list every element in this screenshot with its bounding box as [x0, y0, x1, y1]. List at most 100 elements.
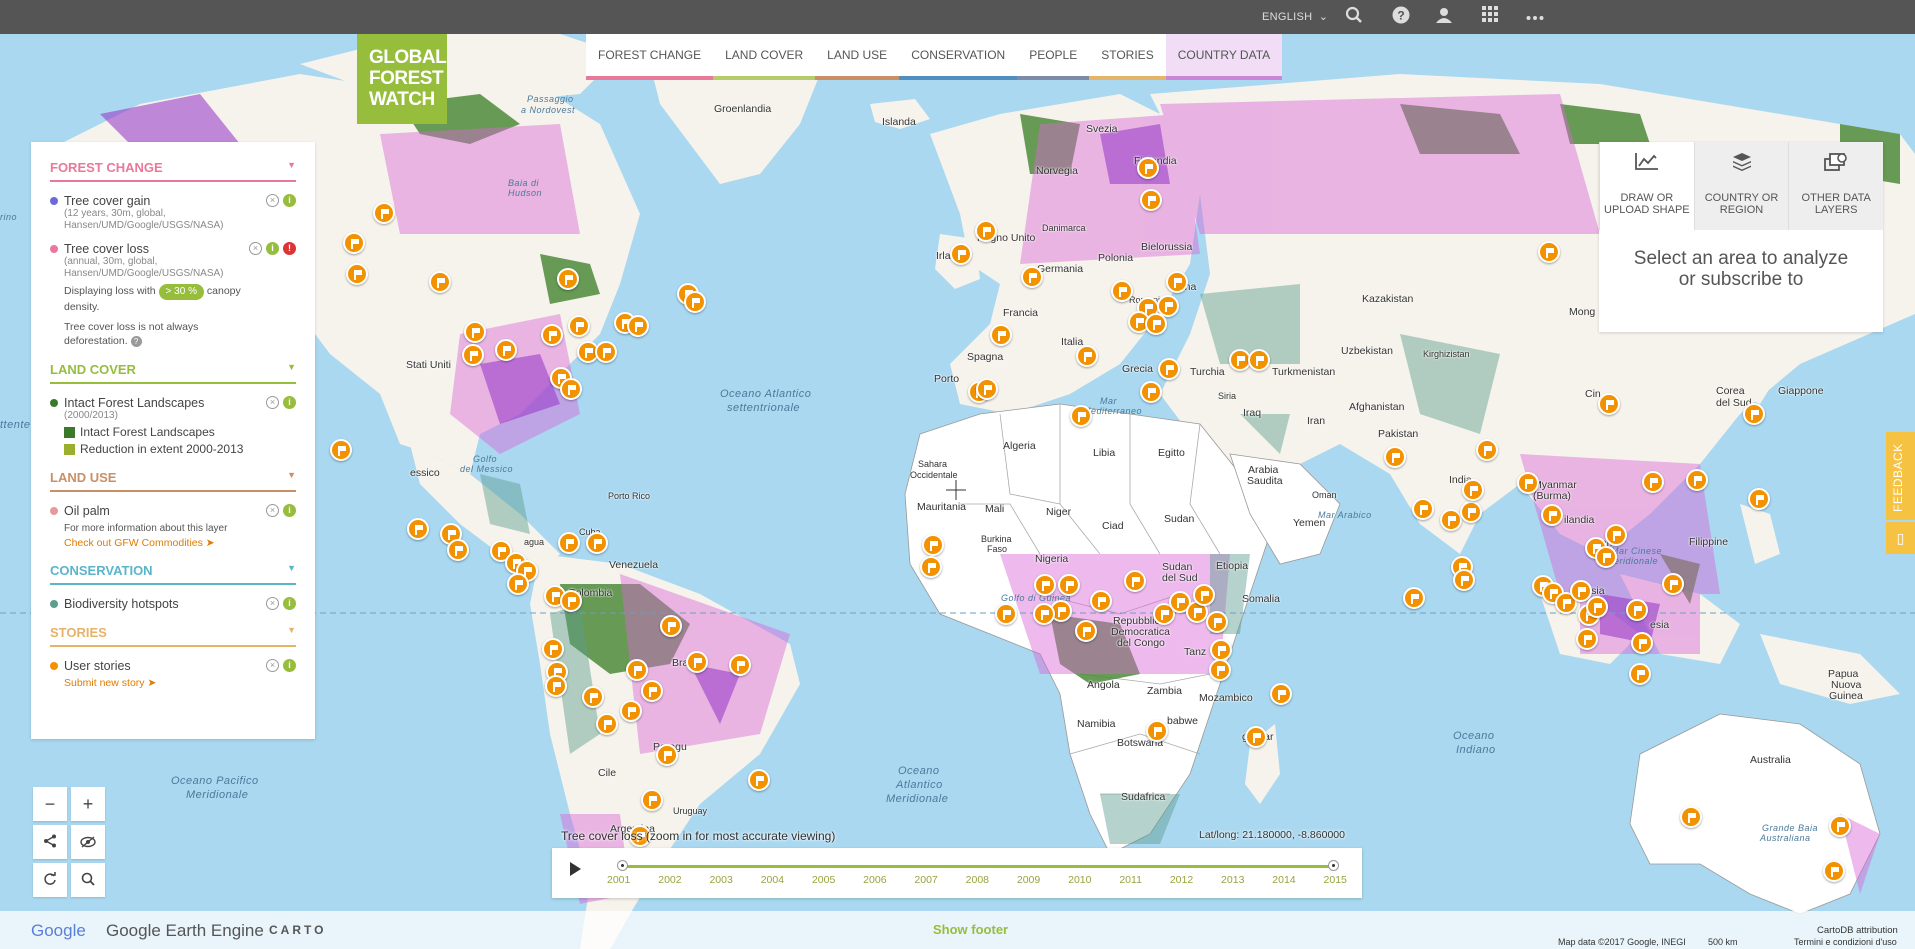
toggle-visibility-button[interactable]: [71, 825, 105, 859]
story-pin[interactable]: [1605, 524, 1627, 546]
search-icon[interactable]: [1343, 6, 1365, 28]
book-icon[interactable]: ▯: [1886, 522, 1915, 554]
story-pin[interactable]: [507, 573, 529, 595]
tab-country-region[interactable]: COUNTRY OR REGION: [1693, 142, 1789, 230]
story-pin[interactable]: [1193, 584, 1215, 606]
story-pin[interactable]: [656, 744, 678, 766]
story-pin[interactable]: [1209, 659, 1231, 681]
show-footer-button[interactable]: Show footer: [933, 922, 1008, 937]
story-pin[interactable]: [1206, 611, 1228, 633]
story-pin[interactable]: [1075, 620, 1097, 642]
map-search-button[interactable]: [71, 863, 105, 897]
story-pin[interactable]: [447, 539, 469, 561]
story-pin[interactable]: [343, 232, 365, 254]
story-pin[interactable]: [596, 713, 618, 735]
remove-layer-icon[interactable]: ×: [266, 659, 279, 672]
story-pin[interactable]: [1541, 504, 1563, 526]
story-pin[interactable]: [1517, 472, 1539, 494]
story-pin[interactable]: [1576, 628, 1598, 650]
info-icon[interactable]: i: [283, 194, 296, 207]
story-pin[interactable]: [641, 789, 663, 811]
year-tick[interactable]: 2015: [1324, 874, 1347, 886]
story-pin[interactable]: [1748, 488, 1770, 510]
story-pin[interactable]: [1166, 271, 1188, 293]
section-stories[interactable]: STORIES ▼: [50, 625, 296, 647]
story-pin[interactable]: [595, 341, 617, 363]
story-pin[interactable]: [1631, 632, 1653, 654]
story-pin[interactable]: [976, 378, 998, 400]
story-pin[interactable]: [1586, 596, 1608, 618]
story-pin[interactable]: [1145, 313, 1167, 335]
nav-land-cover[interactable]: LAND COVER: [713, 34, 816, 80]
chevron-down-icon[interactable]: ▼: [287, 563, 296, 578]
story-pin[interactable]: [464, 321, 486, 343]
story-pin[interactable]: [995, 603, 1017, 625]
story-pin[interactable]: [1034, 574, 1056, 596]
reset-button[interactable]: [33, 863, 67, 897]
year-tick[interactable]: 2014: [1272, 874, 1295, 886]
story-pin[interactable]: [542, 638, 564, 660]
story-pin[interactable]: [1823, 860, 1845, 882]
story-pin[interactable]: [407, 518, 429, 540]
chevron-down-icon[interactable]: ▼: [287, 362, 296, 377]
year-tick[interactable]: 2003: [709, 874, 732, 886]
remove-layer-icon[interactable]: ×: [266, 194, 279, 207]
story-pin[interactable]: [627, 315, 649, 337]
story-pin[interactable]: [1270, 683, 1292, 705]
story-pin[interactable]: [1140, 381, 1162, 403]
story-pin[interactable]: [1111, 280, 1133, 302]
story-pin[interactable]: [1595, 546, 1617, 568]
help-icon[interactable]: ?: [1390, 6, 1412, 28]
story-pin[interactable]: [1829, 815, 1851, 837]
chevron-down-icon[interactable]: ▼: [287, 470, 296, 485]
story-pin[interactable]: [1070, 405, 1092, 427]
share-button[interactable]: [33, 825, 67, 859]
story-pin[interactable]: [1137, 157, 1159, 179]
story-pin[interactable]: [1033, 603, 1055, 625]
story-pin[interactable]: [990, 324, 1012, 346]
year-tick[interactable]: 2007: [914, 874, 937, 886]
story-pin[interactable]: [1158, 358, 1180, 380]
story-pin[interactable]: [975, 220, 997, 242]
story-pin[interactable]: [1248, 349, 1270, 371]
remove-layer-icon[interactable]: ×: [266, 504, 279, 517]
nav-stories[interactable]: STORIES: [1089, 34, 1166, 80]
story-pin[interactable]: [545, 675, 567, 697]
story-pin[interactable]: [620, 700, 642, 722]
story-pin[interactable]: [1058, 574, 1080, 596]
story-pin[interactable]: [586, 532, 608, 554]
user-icon[interactable]: [1433, 6, 1455, 28]
info-icon[interactable]: i: [283, 396, 296, 409]
story-pin[interactable]: [660, 615, 682, 637]
question-icon[interactable]: ?: [130, 336, 142, 347]
info-icon[interactable]: i: [266, 242, 279, 255]
story-pin[interactable]: [462, 344, 484, 366]
story-pin[interactable]: [1076, 345, 1098, 367]
story-pin[interactable]: [1245, 726, 1267, 748]
story-pin[interactable]: [1662, 573, 1684, 595]
story-pin[interactable]: [1680, 806, 1702, 828]
story-pin[interactable]: [373, 202, 395, 224]
story-pin[interactable]: [560, 590, 582, 612]
story-pin[interactable]: [686, 651, 708, 673]
section-land-cover[interactable]: LAND COVER ▼: [50, 362, 296, 384]
timeline-start-handle[interactable]: [617, 860, 628, 871]
section-forest-change[interactable]: FOREST CHANGE ▼: [50, 160, 296, 182]
story-pin[interactable]: [1124, 570, 1146, 592]
info-icon[interactable]: i: [283, 659, 296, 672]
nav-conservation[interactable]: CONSERVATION: [899, 34, 1018, 80]
year-tick[interactable]: 2009: [1017, 874, 1040, 886]
info-icon[interactable]: i: [283, 597, 296, 610]
gfw-logo[interactable]: GLOBAL FOREST WATCH: [357, 34, 447, 124]
canopy-threshold-pill[interactable]: > 30 %: [158, 284, 204, 300]
story-pin[interactable]: [1642, 471, 1664, 493]
year-tick[interactable]: 2001: [607, 874, 630, 886]
story-pin[interactable]: [1021, 266, 1043, 288]
tab-draw-upload[interactable]: DRAW OR UPLOAD SHAPE: [1599, 142, 1694, 230]
gfw-commodities-link[interactable]: Check out GFW Commodities ➤: [64, 537, 296, 549]
year-tick[interactable]: 2012: [1170, 874, 1193, 886]
story-pin[interactable]: [626, 659, 648, 681]
section-land-use[interactable]: LAND USE ▼: [50, 470, 296, 492]
zoom-out-button[interactable]: −: [33, 787, 67, 821]
story-pin[interactable]: [1146, 720, 1168, 742]
